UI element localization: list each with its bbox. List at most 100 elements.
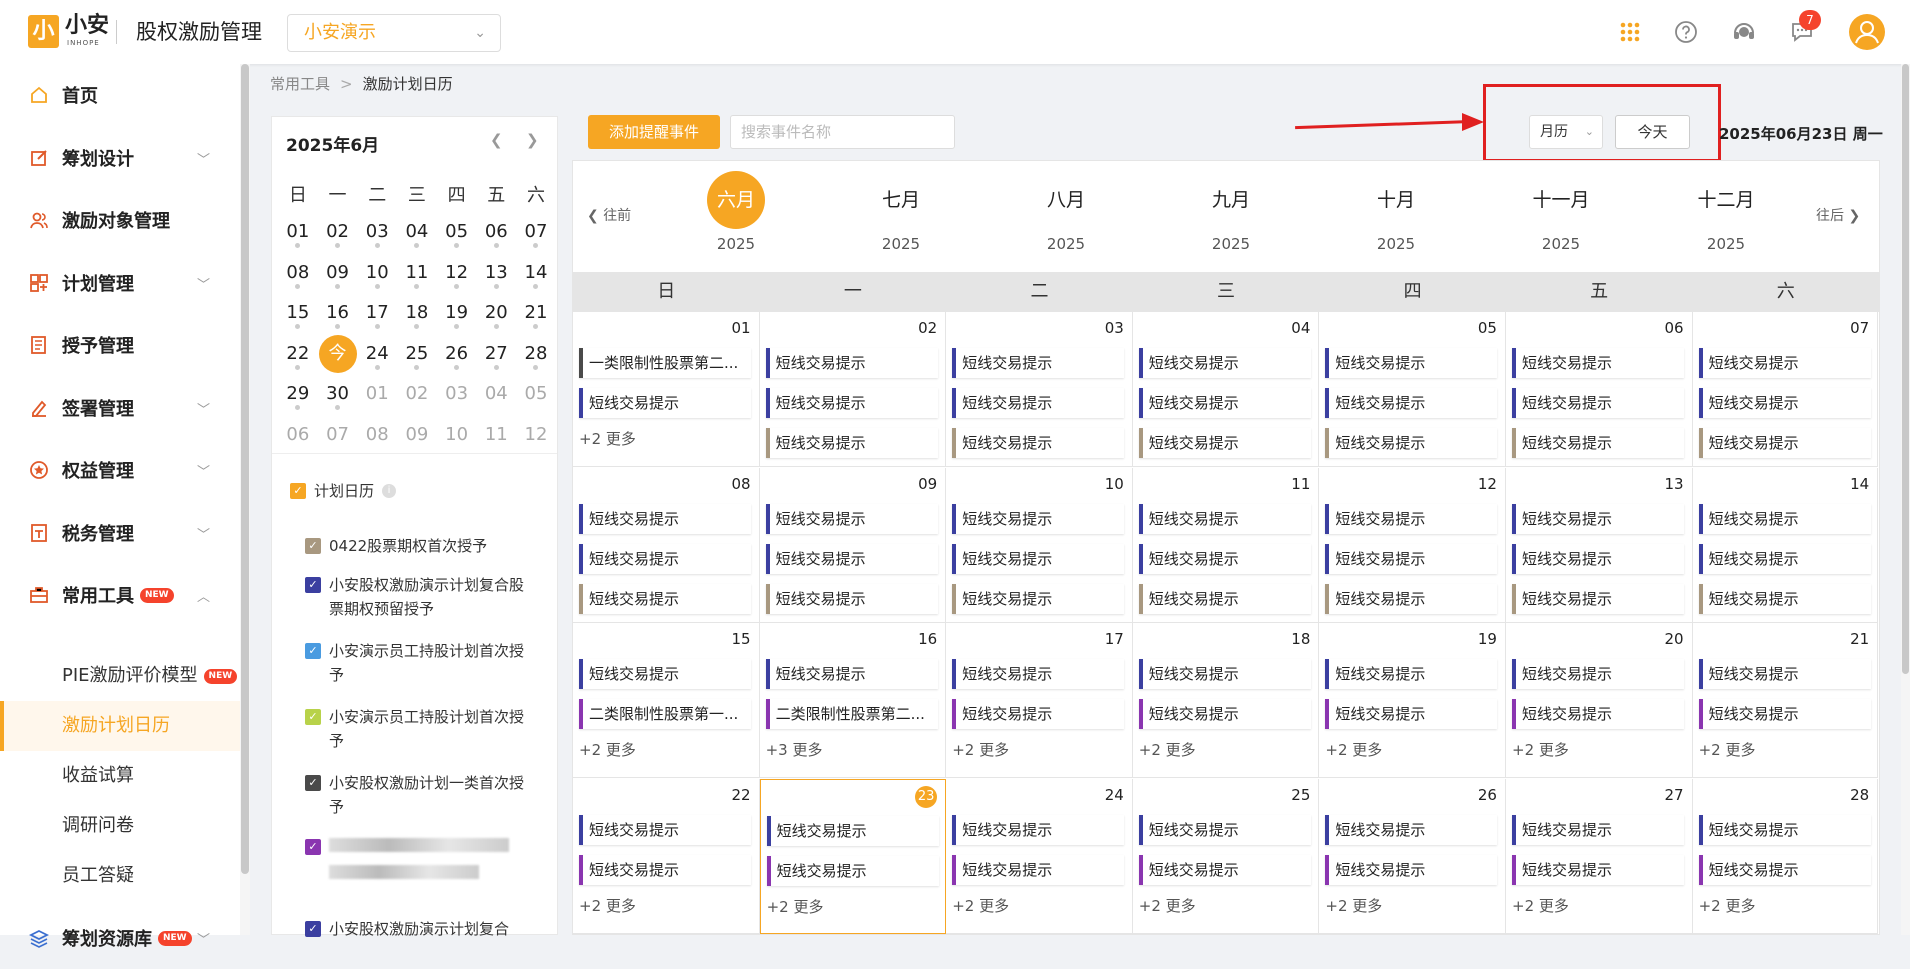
calendar-event[interactable]: 短线交易提示 (952, 814, 1125, 845)
sidebar-item-home[interactable]: 首页 (0, 64, 240, 126)
calendar-event[interactable]: 短线交易提示 (1138, 854, 1311, 885)
calendar-event[interactable]: 短线交易提示 (765, 428, 938, 458)
more-events-link[interactable]: +2 更多 (952, 739, 1009, 760)
day-cell[interactable]: 22 短线交易提示 短线交易提示 +2 更多 (573, 778, 760, 934)
calendar-event[interactable]: 短线交易提示 (1138, 543, 1311, 574)
more-events-link[interactable]: +2 更多 (1325, 895, 1382, 916)
month-7[interactable]: 七月 2025 (861, 171, 941, 253)
mini-day[interactable]: 06 (278, 415, 318, 455)
mini-day[interactable]: 10 (437, 415, 477, 455)
more-events-link[interactable]: +2 更多 (1139, 895, 1196, 916)
next-months-button[interactable]: 往后 ❯ (1816, 205, 1860, 225)
mini-day[interactable]: 11 (476, 415, 516, 455)
mini-day[interactable]: 10 (357, 253, 397, 293)
calendar-event[interactable]: 短线交易提示 (1138, 659, 1311, 689)
calendar-event[interactable]: 短线交易提示 (952, 854, 1125, 885)
sidebar-subitem-2[interactable]: 激励计划日历 (0, 701, 240, 751)
more-events-link[interactable]: +2 更多 (952, 895, 1009, 916)
mini-day[interactable]: 04 (476, 374, 516, 414)
mini-day[interactable]: 04 (397, 212, 437, 252)
more-events-link[interactable]: +2 更多 (1699, 895, 1756, 916)
prev-months-button[interactable]: ❮ 往前 (587, 205, 631, 225)
month-10[interactable]: 十月 2025 (1356, 171, 1436, 253)
calendar-event[interactable]: 短线交易提示 (1325, 659, 1498, 689)
day-cell[interactable]: 21 短线交易提示 短线交易提示 +2 更多 (1692, 623, 1879, 778)
mini-day[interactable]: 05 (437, 212, 477, 252)
mini-day[interactable]: 06 (476, 212, 516, 252)
mini-day[interactable]: 12 (437, 253, 477, 293)
day-cell[interactable]: 25 短线交易提示 短线交易提示 +2 更多 (1132, 778, 1320, 934)
mini-day[interactable]: 30 (318, 374, 358, 414)
mini-day[interactable]: 02 (397, 374, 437, 414)
mini-day[interactable]: 09 (397, 415, 437, 455)
calendar-event[interactable]: 短线交易提示 (1325, 583, 1498, 614)
mini-day[interactable]: 24 (357, 334, 397, 374)
info-icon[interactable]: i (382, 483, 397, 498)
calendar-event[interactable]: 短线交易提示 (1325, 348, 1498, 378)
search-input[interactable]: 搜索事件名称 (730, 115, 955, 149)
more-events-link[interactable]: +2 更多 (1512, 895, 1569, 916)
add-reminder-button[interactable]: 添加提醒事件 (588, 115, 720, 149)
calendar-event[interactable]: 短线交易提示 (579, 814, 751, 845)
day-cell[interactable]: 03 短线交易提示 短线交易提示 短线交易提示 (946, 312, 1133, 467)
calendar-event[interactable]: 短线交易提示 (952, 503, 1125, 534)
mini-day[interactable]: 28 (516, 334, 556, 374)
calendar-event[interactable]: 短线交易提示 (952, 428, 1125, 458)
mini-day[interactable]: 19 (437, 293, 477, 333)
day-cell[interactable]: 12 短线交易提示 短线交易提示 短线交易提示 (1319, 467, 1506, 623)
calendar-event[interactable]: 短线交易提示 (766, 815, 939, 846)
calendar-event[interactable]: 短线交易提示 (1138, 814, 1311, 845)
day-cell[interactable]: 10 短线交易提示 短线交易提示 短线交易提示 (946, 467, 1133, 623)
day-cell[interactable]: 11 短线交易提示 短线交易提示 短线交易提示 (1132, 467, 1320, 623)
mini-day[interactable]: 08 (278, 253, 318, 293)
plan-calendar-toggle[interactable]: ✓ 计划日历 i (290, 480, 397, 501)
sidebar-item-resource-library[interactable]: 筹划资源库 NEW ﹀ (0, 907, 240, 969)
mini-day[interactable]: 18 (397, 293, 437, 333)
calendar-event[interactable]: 短线交易提示 (1512, 583, 1684, 614)
day-cell[interactable]: 16 短线交易提示 二类限制性股票第二... +3 更多 (759, 623, 947, 778)
calendar-event[interactable]: 短线交易提示 (952, 388, 1125, 418)
mini-day[interactable]: 08 (357, 415, 397, 455)
calendar-event[interactable]: 短线交易提示 (1325, 854, 1498, 885)
calendar-event[interactable]: 短线交易提示 (1325, 543, 1498, 574)
mini-day[interactable]: 20 (476, 293, 516, 333)
plan-item[interactable]: ✓ 小安股权激励演示计划复合 (305, 917, 535, 941)
day-cell[interactable]: 17 短线交易提示 短线交易提示 +2 更多 (946, 623, 1133, 778)
calendar-event[interactable]: 短线交易提示 (1325, 699, 1498, 729)
calendar-event[interactable]: 短线交易提示 (1512, 854, 1684, 885)
apps-grid-icon[interactable] (1616, 18, 1644, 46)
calendar-event[interactable]: 短线交易提示 (1512, 428, 1684, 458)
calendar-event[interactable]: 短线交易提示 (765, 348, 938, 378)
day-cell[interactable]: 18 短线交易提示 短线交易提示 +2 更多 (1132, 623, 1320, 778)
checkbox-checked-icon[interactable]: ✓ (290, 482, 306, 499)
calendar-event[interactable]: 短线交易提示 (1698, 854, 1871, 885)
day-cell[interactable]: 09 短线交易提示 短线交易提示 短线交易提示 (759, 467, 947, 623)
calendar-event[interactable]: 短线交易提示 (1698, 814, 1871, 845)
day-cell[interactable]: 15 短线交易提示 二类限制性股票第一... +2 更多 (573, 623, 760, 778)
help-icon[interactable] (1672, 18, 1700, 46)
calendar-event[interactable]: 短线交易提示 (1138, 503, 1311, 534)
more-events-link[interactable]: +2 更多 (579, 739, 636, 760)
next-month-icon[interactable]: ❯ (526, 131, 539, 149)
checkbox-checked-icon[interactable]: ✓ (305, 839, 321, 855)
mini-day-today[interactable]: 今 (318, 334, 358, 374)
calendar-event[interactable]: 短线交易提示 (1698, 543, 1871, 574)
month-8[interactable]: 八月 2025 (1026, 171, 1106, 253)
more-events-link[interactable]: +2 更多 (1139, 739, 1196, 760)
sidebar-item-equity-management[interactable]: 权益管理 ﹀ (0, 439, 240, 501)
mini-day[interactable]: 03 (357, 212, 397, 252)
calendar-event[interactable]: 短线交易提示 (952, 699, 1125, 729)
more-events-link[interactable]: +2 更多 (1325, 739, 1382, 760)
calendar-event[interactable]: 短线交易提示 (952, 659, 1125, 689)
sidebar-item-target-management[interactable]: 激励对象管理 (0, 189, 240, 251)
company-select[interactable]: 小安演示 ⌄ (287, 14, 501, 52)
calendar-event[interactable]: 短线交易提示 (1138, 348, 1311, 378)
day-cell[interactable]: 13 短线交易提示 短线交易提示 短线交易提示 (1506, 467, 1693, 623)
avatar[interactable] (1849, 14, 1885, 50)
sidebar-item-planning-design[interactable]: 筹划设计 ﹀ (0, 127, 240, 189)
calendar-event[interactable]: 短线交易提示 (1512, 348, 1684, 378)
calendar-event[interactable]: 短线交易提示 (1698, 348, 1871, 378)
month-11[interactable]: 十一月 2025 (1521, 171, 1601, 253)
plan-item[interactable]: ✓ 小安演示员工持股计划首次授予 (305, 705, 535, 753)
sidebar-item-plan-management[interactable]: 计划管理 ﹀ (0, 252, 240, 314)
